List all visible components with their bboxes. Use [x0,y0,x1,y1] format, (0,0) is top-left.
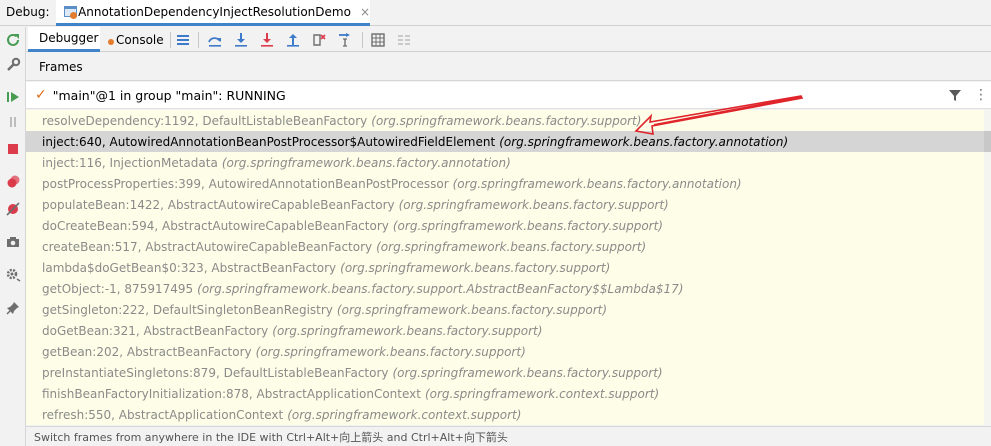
frame-package: (org.springframework.beans.factory.suppo… [255,344,526,359]
tab-title: AnnotationDependencyInjectResolutionDemo [78,4,351,19]
frame-row[interactable]: refresh:550, AbstractApplicationContext(… [26,404,984,425]
left-debug-toolbar [0,27,26,446]
scrollbar[interactable] [984,110,991,425]
frames-title: Frames [39,59,83,74]
frame-row[interactable]: populateBean:1422, AbstractAutowireCapab… [26,194,984,215]
evaluate-expression-icon[interactable] [368,30,388,50]
tab-annotation-dependency-inject-resolution-demo[interactable]: AnnotationDependencyInjectResolutionDemo… [56,0,370,26]
resume-icon[interactable] [3,87,23,107]
check-icon: ✓ [35,87,47,103]
toolbar-separator [170,32,171,48]
scrollbar-thumb[interactable] [984,131,991,152]
thread-label: "main"@1 in group "main": RUNNING [52,87,286,103]
tab-debugger[interactable]: Debugger [28,27,100,52]
frame-method: refresh:550, AbstractApplicationContext [42,407,284,422]
frame-row[interactable]: resolveDependency:1192, DefaultListableB… [26,110,984,131]
view-breakpoints-icon[interactable] [3,172,23,192]
application-run-config-icon [64,5,77,19]
frame-method: getObject:-1, 875917495 [42,281,194,296]
stop-icon[interactable] [3,139,23,159]
menu-icon[interactable] [173,30,193,50]
frame-method: doCreateBean:594, AbstractAutowireCapabl… [42,218,389,233]
step-over-icon[interactable] [231,30,251,50]
frame-package: (org.springframework.context.support) [424,386,660,401]
frame-row[interactable]: createBean:517, AbstractAutowireCapableB… [26,236,984,257]
debug-label: Debug: [6,5,50,19]
frame-method: createBean:517, AbstractAutowireCapableB… [42,239,373,254]
run-to-cursor-icon[interactable] [335,30,355,50]
frame-package: (org.springframework.beans.factory.suppo… [376,239,647,254]
toolbar-separator [198,32,199,48]
frame-method: getSingleton:222, DefaultSingletonBeanRe… [42,302,333,317]
frame-method: preInstantiateSingletons:879, DefaultLis… [42,365,389,380]
trace-icon[interactable] [394,30,414,50]
frame-row[interactable]: doCreateBean:594, AbstractAutowireCapabl… [26,215,984,236]
mute-breakpoints-icon[interactable] [3,199,23,219]
frame-row[interactable]: lambda$doGetBean$0:323, AbstractBeanFact… [26,257,984,278]
frame-package: (org.springframework.beans.factory.annot… [221,155,511,170]
status-hint-text: Switch frames from anywhere in the IDE w… [34,430,508,444]
frame-row[interactable]: getObject:-1, 875917495 (org.springframew… [26,278,984,299]
console-icon [106,33,116,47]
frame-package: (org.springframework.beans.factory.suppo… [197,281,684,296]
tab-console[interactable]: Console [106,27,166,52]
frame-method: inject:640, AutowiredAnnotationBeanPostP… [42,134,496,149]
frame-row[interactable]: inject:116, InjectionMetadata (org.spring… [26,152,984,173]
frame-method: doGetBean:321, AbstractBeanFactory [42,323,269,338]
frame-row[interactable]: preInstantiateSingletons:879, DefaultLis… [26,362,984,383]
camera-icon[interactable] [3,232,23,252]
pin-icon[interactable] [3,298,23,318]
frame-package: (org.springframework.beans.factory.suppo… [340,260,611,275]
frame-package: (org.springframework.beans.factory.annot… [452,176,742,191]
frames-header: Frames [26,53,991,81]
frame-package: (org.springframework.beans.factory.suppo… [392,365,663,380]
debug-title-bar: Debug: AnnotationDependencyInjectResolut… [0,0,991,26]
frame-method: postProcessProperties:399, AutowiredAnno… [42,176,449,191]
toolbar-separator [362,32,363,48]
tab-debugger-label: Debugger [39,31,99,45]
more-options-icon[interactable]: ⋮ [973,86,989,104]
rerun-icon[interactable] [3,30,23,50]
frames-list: refresh:550, AbstractApplicationContext(… [26,110,991,425]
frame-row[interactable]: doGetBean:321, AbstractBeanFactory (org.s… [26,320,984,341]
drop-frame-icon[interactable] [309,30,329,50]
frame-method: finishBeanFactoryInitialization:878, Abs… [42,386,421,401]
filter-icon[interactable] [947,87,963,103]
frame-row[interactable]: getSingleton:222, DefaultSingletonBeanRe… [26,299,984,320]
step-into-icon[interactable] [257,30,277,50]
settings-gear-icon[interactable] [3,265,23,285]
status-bar: Switch frames from anywhere in the IDE w… [26,426,991,446]
frame-method: getBean:202, AbstractBeanFactory [42,344,252,359]
frame-package: (org.springframework.beans.factory.annot… [499,134,789,149]
close-icon[interactable]: × [360,5,370,19]
frame-method: inject:116, InjectionMetadata [42,155,218,170]
frame-package: (org.springframework.beans.factory.suppo… [272,323,543,338]
frame-row[interactable]: finishBeanFactoryInitialization:878, Abs… [26,383,984,404]
frame-package: (org.springframework.beans.factory.suppo… [398,197,669,212]
frame-row[interactable]: postProcessProperties:399, AutowiredAnno… [26,173,984,194]
debugger-toolbar: Debugger Console [26,27,991,52]
frame-method: populateBean:1422, AbstractAutowireCapab… [42,197,395,212]
show-execution-point-icon[interactable] [205,30,225,50]
frame-package: (org.springframework.beans.factory.suppo… [371,113,642,128]
frame-method: lambda$doGetBean$0:323, AbstractBeanFact… [42,260,337,275]
frame-package: (org.springframework.context.support) [287,407,522,422]
frame-package: (org.springframework.beans.factory.suppo… [392,218,663,233]
frame-row[interactable]: inject:640, AutowiredAnnotationBeanPostP… [26,131,984,152]
step-out-icon[interactable] [283,30,303,50]
settings-wrench-icon[interactable] [3,55,23,75]
frame-package: (org.springframework.beans.factory.suppo… [336,302,608,317]
frame-method: resolveDependency:1192, DefaultListableB… [42,113,368,128]
tab-console-label: Console [116,32,164,47]
pause-icon[interactable] [3,112,23,132]
frame-row[interactable]: getBean:202, AbstractBeanFactory (org.spr… [26,341,984,362]
thread-selector[interactable]: ✓ "main"@1 in group "main": RUNNING ⋮ [26,82,991,109]
